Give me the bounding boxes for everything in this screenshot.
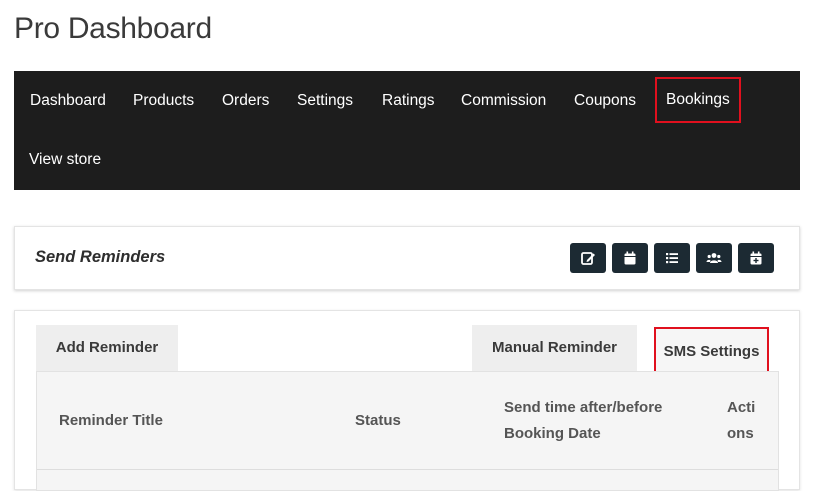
page-title: Pro Dashboard xyxy=(14,12,212,45)
edit-button[interactable] xyxy=(570,243,606,273)
tab-sms-settings[interactable]: SMS Settings xyxy=(654,327,769,375)
column-header-send-time[interactable]: Send time after/before Booking Date xyxy=(504,395,674,447)
users-button[interactable] xyxy=(696,243,732,273)
tab-manual-reminder[interactable]: Manual Reminder xyxy=(472,325,637,371)
main-navbar: Dashboard Products Orders Settings Ratin… xyxy=(14,71,800,190)
table-row-divider xyxy=(37,469,778,470)
edit-icon xyxy=(581,252,595,265)
nav-item-view-store[interactable]: View store xyxy=(29,140,101,180)
list-icon xyxy=(666,253,678,264)
nav-item-bookings[interactable]: Bookings xyxy=(655,77,741,123)
nav-item-settings[interactable]: Settings xyxy=(297,81,353,121)
nav-item-orders[interactable]: Orders xyxy=(222,81,269,121)
list-button[interactable] xyxy=(654,243,690,273)
send-reminders-header: Send Reminders xyxy=(14,226,800,290)
nav-item-ratings[interactable]: Ratings xyxy=(382,81,435,121)
add-booking-button[interactable] xyxy=(738,243,774,273)
nav-item-products[interactable]: Products xyxy=(133,81,194,121)
calendar-icon xyxy=(624,251,636,265)
calendar-button[interactable] xyxy=(612,243,648,273)
users-icon xyxy=(706,253,722,263)
nav-item-coupons[interactable]: Coupons xyxy=(574,81,636,121)
calendar-plus-icon xyxy=(750,251,762,265)
column-header-status[interactable]: Status xyxy=(355,408,401,434)
nav-item-commission[interactable]: Commission xyxy=(461,81,546,121)
column-header-title[interactable]: Reminder Title xyxy=(59,408,163,434)
reminders-panel: Add Reminder Manual Reminder SMS Setting… xyxy=(14,310,800,491)
tab-add-reminder[interactable]: Add Reminder xyxy=(36,325,178,371)
reminders-table: Reminder Title Status Send time after/be… xyxy=(36,371,779,491)
reminder-toolbar xyxy=(570,243,774,273)
section-title: Send Reminders xyxy=(35,248,166,266)
nav-item-dashboard[interactable]: Dashboard xyxy=(30,81,106,121)
column-header-actions: Actions xyxy=(727,399,756,442)
